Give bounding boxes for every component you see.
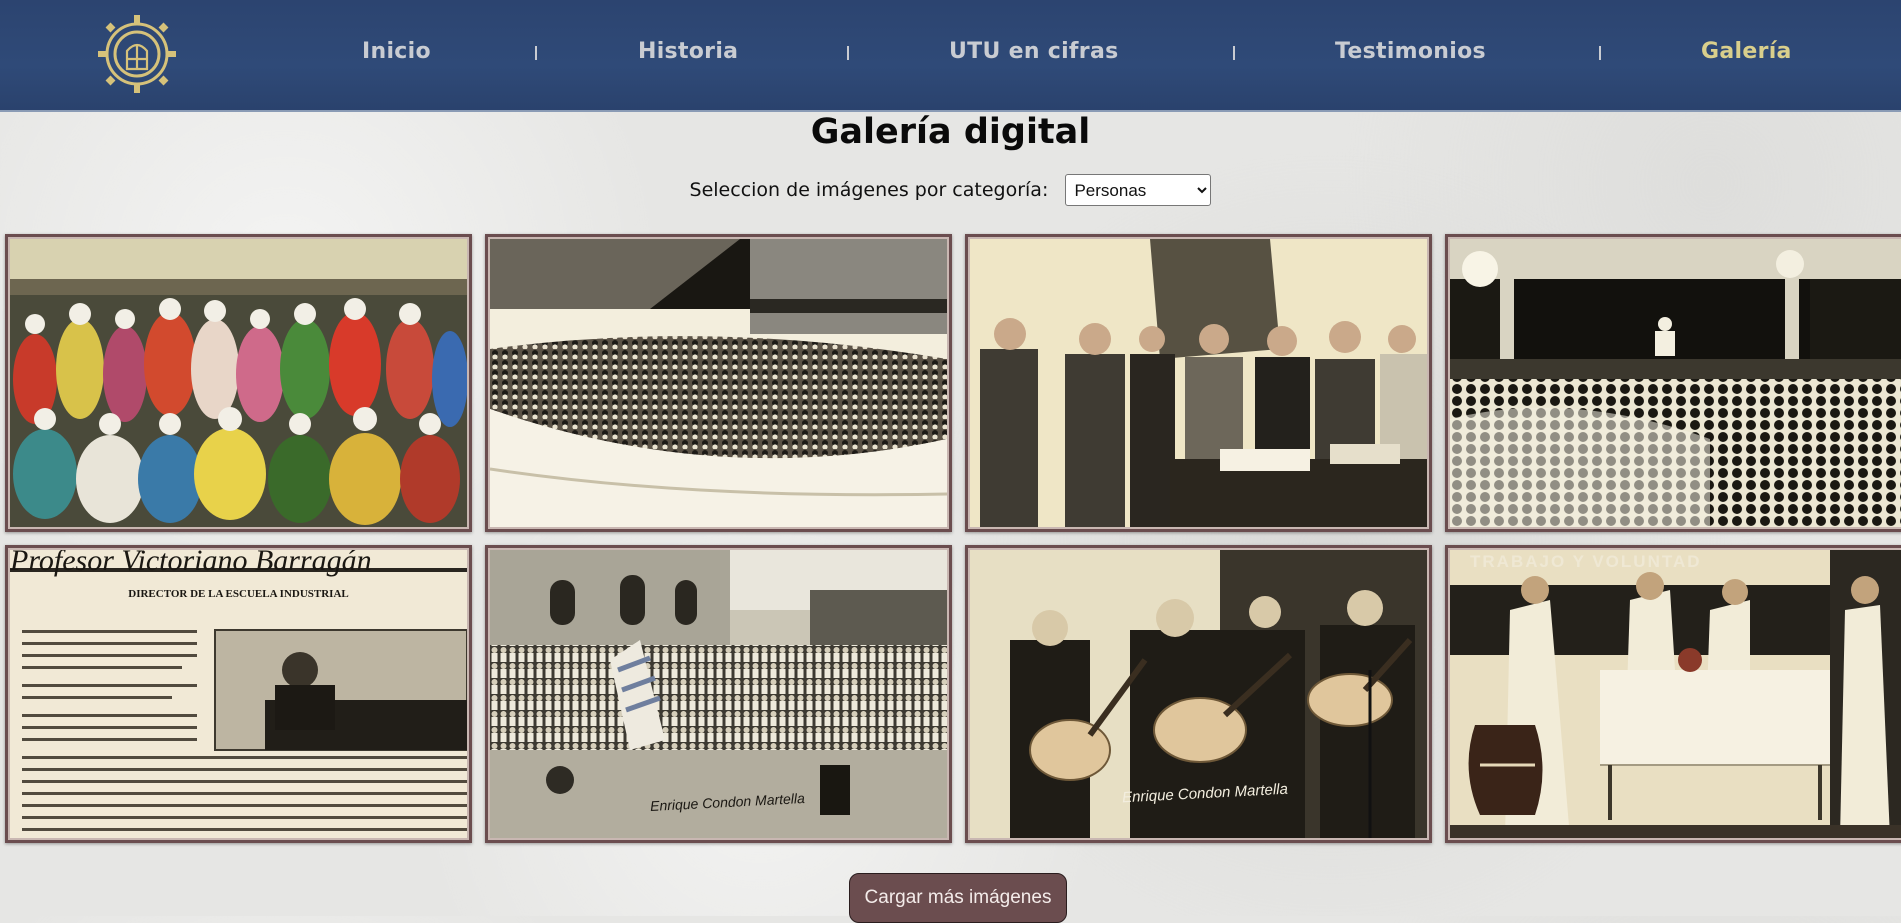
guitar-players-photo: Enrique Condon Martella (968, 548, 1429, 840)
nav-divider (1599, 46, 1601, 60)
theater-table-photo: TRABAJO Y VOLUNTAD (1448, 548, 1901, 840)
gallery-photo[interactable] (965, 234, 1432, 532)
gallery-photo[interactable]: Enrique Condon Martella (485, 545, 952, 843)
category-select[interactable]: Personas (1065, 174, 1212, 206)
crowd-audience-photo (488, 237, 949, 529)
gallery-photo[interactable]: Profesor Victoriano Barragán DIRECTOR DE… (5, 545, 472, 843)
gallery-photo[interactable] (5, 234, 472, 532)
men-at-desk-photo (968, 237, 1429, 529)
newspaper-clipping-photo: Profesor Victoriano Barragán DIRECTOR DE… (8, 548, 469, 840)
costumed-group-photo (8, 237, 469, 529)
nav-link-inicio[interactable]: Inicio (362, 34, 431, 70)
category-filter: Seleccion de imágenes por categoría: Per… (0, 174, 1901, 206)
page-title: Galería digital (810, 112, 1091, 152)
top-navbar: Inicio Historia UTU en cifras Testimonio… (0, 0, 1901, 112)
school-logo-icon[interactable] (96, 13, 178, 95)
nav-link-galeria[interactable]: Galería (1701, 34, 1792, 70)
category-filter-label: Seleccion de imágenes por categoría: (689, 179, 1049, 201)
clipping-headline: Profesor Victoriano Barragán (10, 548, 372, 577)
gallery-photo[interactable] (1445, 234, 1901, 532)
nav-link-testimonios[interactable]: Testimonios (1335, 34, 1486, 70)
flag-ceremony-photo: Enrique Condon Martella (488, 548, 949, 840)
gallery-photo[interactable]: Enrique Condon Martella (965, 545, 1432, 843)
theater-sign-text: TRABAJO Y VOLUNTAD (1470, 552, 1702, 571)
gallery-photo[interactable] (485, 234, 952, 532)
stage-performance-photo (1448, 237, 1901, 529)
clipping-subhead: DIRECTOR DE LA ESCUELA INDUSTRIAL (128, 588, 349, 600)
gallery-photo[interactable]: TRABAJO Y VOLUNTAD (1445, 545, 1901, 843)
nav-link-utu-en-cifras[interactable]: UTU en cifras (949, 34, 1118, 70)
nav-divider (847, 46, 849, 60)
nav-divider (1233, 46, 1235, 60)
nav-link-historia[interactable]: Historia (638, 34, 738, 70)
nav-divider (535, 46, 537, 60)
photo-gallery: Profesor Victoriano Barragán DIRECTOR DE… (5, 234, 1901, 843)
